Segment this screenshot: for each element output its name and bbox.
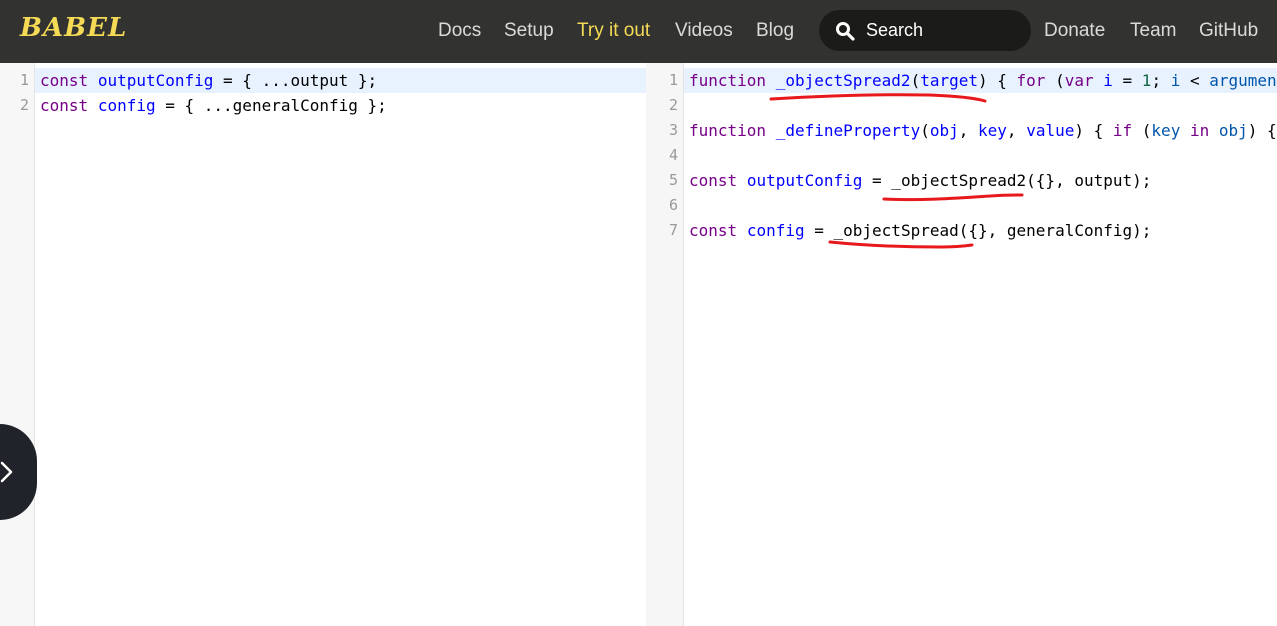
chevron-right-icon [0,461,13,483]
output-line-number: 6 [668,196,678,214]
nav-link-try-it-out[interactable]: Try it out [577,20,650,42]
nav-link-videos[interactable]: Videos [675,20,733,42]
output-code-line-5[interactable]: const outputConfig = _objectSpread2({}, … [689,168,1151,193]
output-code-line-1[interactable]: function _objectSpread2(target) { for (v… [689,68,1277,93]
top-navigation-bar: BABEL Docs Setup Try it out Videos Blog … [0,0,1277,63]
output-line-number: 2 [668,96,678,114]
nav-link-blog[interactable]: Blog [756,20,794,42]
search-label: Search [866,20,924,40]
output-line-number: 3 [668,121,678,139]
babel-logo[interactable]: BABEL [20,13,127,43]
search-icon [836,22,855,41]
input-code-line-1[interactable]: const outputConfig = { ...output }; [40,68,377,93]
input-editor[interactable] [0,63,646,626]
output-line-number: 1 [668,71,678,89]
nav-link-setup[interactable]: Setup [504,20,554,42]
nav-link-github[interactable]: GitHub [1199,20,1258,42]
input-code-line-2[interactable]: const config = { ...generalConfig }; [40,93,387,118]
nav-link-docs[interactable]: Docs [438,20,481,42]
output-code-line-3[interactable]: function _defineProperty(obj, key, value… [689,118,1277,143]
nav-link-donate[interactable]: Donate [1044,20,1105,42]
output-line-number: 5 [668,171,678,189]
output-line-number: 7 [668,221,678,239]
input-line-number: 2 [19,96,29,114]
output-line-number: 4 [668,146,678,164]
search-box[interactable]: Search [819,10,1031,51]
output-editor[interactable] [684,63,1277,626]
output-code-line-7[interactable]: const config = _objectSpread({}, general… [689,218,1151,243]
input-line-number: 1 [19,71,29,89]
nav-link-team[interactable]: Team [1130,20,1176,42]
input-editor-gutter [0,63,35,626]
